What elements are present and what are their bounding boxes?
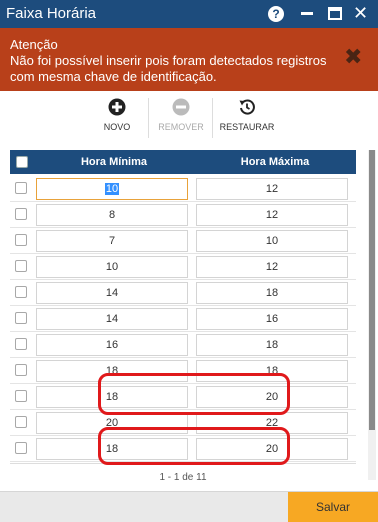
table-header: Hora Mínima Hora Máxima [10,150,356,174]
table-row: 16 18 [10,332,356,358]
help-icon[interactable]: ? [268,6,284,22]
hora-minima-input[interactable]: 7 [36,230,188,252]
error-alert: Atenção Não foi possível inserir pois fo… [0,28,378,91]
close-icon[interactable]: ✕ [353,4,368,22]
time-range-table: Hora Mínima Hora Máxima 10 12 8 12 7 10 … [10,150,356,464]
table-row: 8 12 [10,202,356,228]
scrollbar-thumb[interactable] [369,150,375,430]
remover-button[interactable]: REMOVER [158,98,204,132]
hora-maxima-input[interactable]: 12 [196,204,348,226]
alert-close-icon[interactable]: ✖ [344,46,362,68]
hora-maxima-input[interactable]: 16 [196,308,348,330]
table-row: 10 12 [10,176,356,202]
scrollbar[interactable] [368,150,376,480]
hora-maxima-input[interactable]: 18 [196,282,348,304]
hora-minima-input[interactable]: 10 [36,178,188,200]
restore-icon [239,99,255,115]
row-checkbox[interactable] [15,260,27,272]
toolbar-divider [148,98,149,138]
table-row: 7 10 [10,228,356,254]
alert-message: Não foi possível inserir pois foram dete… [10,53,327,84]
row-checkbox[interactable] [15,312,27,324]
pagination-info: 1 - 1 de 11 [159,472,207,483]
hora-maxima-input[interactable]: 10 [196,230,348,252]
select-all-checkbox[interactable] [16,156,28,168]
row-checkbox[interactable] [15,234,27,246]
alert-title: Atenção [10,37,58,52]
col-hora-minima: Hora Mínima [80,156,147,168]
hora-minima-input[interactable]: 16 [36,334,188,356]
window-title: Faixa Horária [6,5,97,22]
row-checkbox[interactable] [15,182,27,194]
hora-minima-input[interactable]: 14 [36,308,188,330]
maximize-icon[interactable] [328,7,342,20]
remove-icon [172,98,190,116]
table-row: 10 12 [10,254,356,280]
duplicate-highlight [98,427,290,465]
table-row: 14 16 [10,306,356,332]
minimize-icon[interactable] [301,12,313,15]
duplicate-highlight [98,373,290,415]
hora-maxima-input[interactable]: 18 [196,334,348,356]
row-checkbox[interactable] [15,390,27,402]
row-checkbox[interactable] [15,286,27,298]
hora-minima-input[interactable]: 10 [36,256,188,278]
table-row: 14 18 [10,280,356,306]
toolbar: NOVO REMOVER RESTAURAR [0,94,378,142]
novo-label: NOVO [103,122,131,132]
row-checkbox[interactable] [15,442,27,454]
row-checkbox[interactable] [15,338,27,350]
window-title-bar: Faixa Horária ? ✕ [0,0,378,28]
novo-button[interactable]: NOVO [101,98,133,132]
add-icon [108,98,126,116]
restaurar-button[interactable]: RESTAURAR [219,98,275,132]
restaurar-label: RESTAURAR [219,122,275,132]
col-hora-maxima: Hora Máxima [240,156,310,168]
remover-label: REMOVER [158,122,204,132]
hora-maxima-input[interactable]: 12 [196,178,348,200]
row-checkbox[interactable] [15,364,27,376]
hora-maxima-input[interactable]: 12 [196,256,348,278]
hora-minima-input[interactable]: 8 [36,204,188,226]
toolbar-divider [212,98,213,138]
save-button[interactable]: Salvar [288,492,378,522]
footer-bar: Salvar [0,491,378,522]
row-checkbox[interactable] [15,416,27,428]
row-checkbox[interactable] [15,208,27,220]
hora-minima-input[interactable]: 14 [36,282,188,304]
